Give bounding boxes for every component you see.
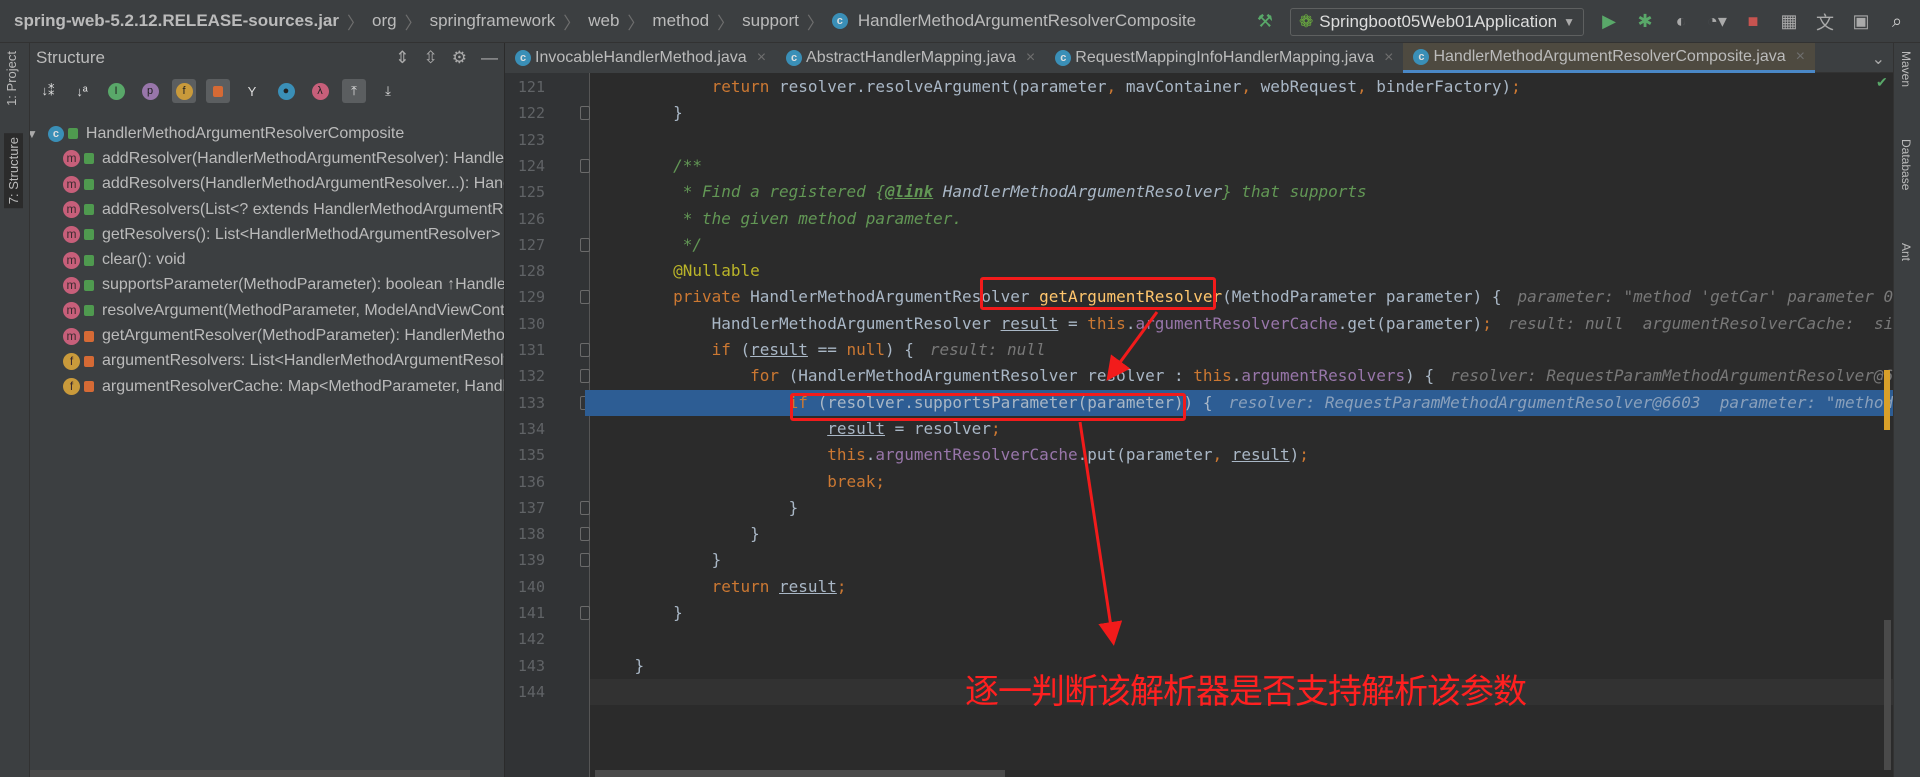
arrow-1: [1106, 311, 1159, 381]
annotation-text: 逐一判断该解析器是否支持解析该参数: [965, 672, 1527, 712]
arrow-2: [1078, 421, 1123, 646]
annotation-arrows: [1078, 311, 1159, 646]
horizontal-scrollbar[interactable]: [595, 770, 1005, 777]
vertical-scrollbar[interactable]: [1884, 620, 1891, 770]
